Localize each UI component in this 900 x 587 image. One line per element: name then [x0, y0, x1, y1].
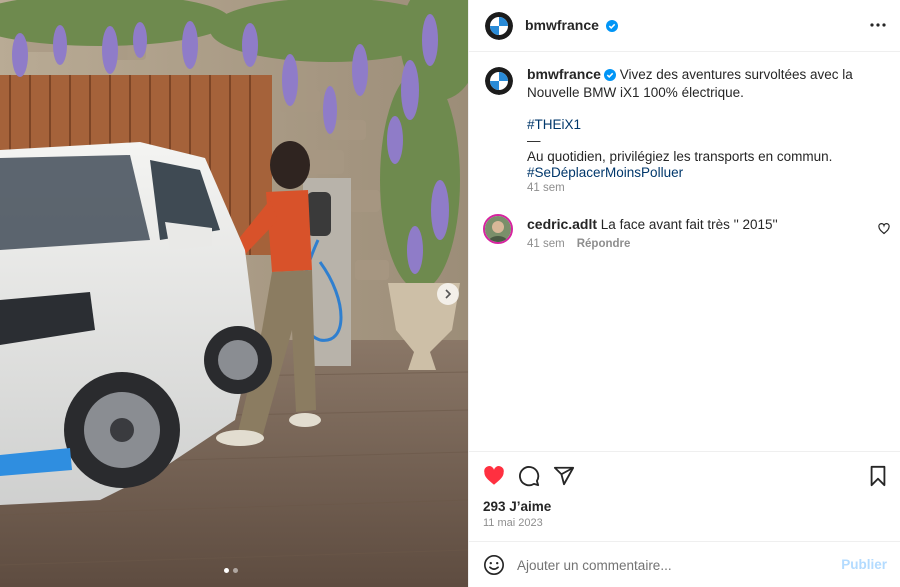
- bmw-ix1-photo: [0, 0, 468, 587]
- post-details-panel: bmwfrance bmwfrance Vivez des aventures …: [468, 0, 900, 587]
- commenter-photo: [485, 216, 511, 242]
- caption-text-line2: Nouvelle BMW iX1 100% électrique.: [527, 85, 744, 100]
- emoji-button[interactable]: [483, 554, 505, 579]
- comment-composer: Publier: [469, 541, 900, 587]
- post-image[interactable]: [0, 0, 468, 587]
- more-options-button[interactable]: [869, 16, 887, 37]
- share-icon: [553, 466, 575, 490]
- caption-separator: —: [527, 133, 541, 148]
- comment-icon: [518, 466, 540, 490]
- caption-author-username[interactable]: bmwfrance: [527, 66, 601, 82]
- likes-count[interactable]: 293 J’aime: [483, 499, 551, 514]
- hashtag-sedeplacermoinspolluer[interactable]: #SeDéplacerMoinsPolluer: [527, 165, 683, 180]
- caption-text-line3: Au quotidien, privilégiez les transports…: [527, 149, 833, 164]
- carousel-dot: [233, 568, 238, 573]
- commenter-avatar[interactable]: [483, 214, 513, 244]
- author-avatar[interactable]: [485, 12, 513, 40]
- comment-like-button[interactable]: [878, 222, 890, 238]
- comment-text: La face avant fait très '' 2015'': [600, 217, 778, 232]
- caption-author-avatar[interactable]: [485, 67, 513, 95]
- post-date[interactable]: 11 mai 2023: [483, 517, 543, 529]
- more-options-icon: [869, 21, 887, 37]
- emoji-icon: [483, 555, 505, 579]
- author-username[interactable]: bmwfrance: [525, 17, 599, 33]
- caption-timestamp[interactable]: 41 sem: [527, 182, 565, 194]
- caption-text-line1: Vivez des aventures survoltées avec la: [619, 67, 853, 82]
- heart-outline-icon: [878, 222, 890, 238]
- verified-badge-icon: [605, 19, 618, 35]
- comment-timestamp[interactable]: 41 sem: [527, 238, 565, 250]
- bmw-logo: [485, 12, 513, 40]
- next-image-button[interactable]: [437, 283, 459, 305]
- bmw-logo: [485, 67, 513, 95]
- save-button[interactable]: [868, 465, 888, 490]
- like-button[interactable]: [483, 465, 505, 490]
- bookmark-icon: [868, 465, 888, 490]
- verified-badge-icon: [603, 69, 616, 85]
- comment-item: cedric.adlt La face avant fait très '' 2…: [527, 216, 778, 232]
- hashtag-theix1[interactable]: #THEiX1: [527, 117, 581, 132]
- post-caption: bmwfrance Vivez des aventures survoltées…: [527, 66, 857, 181]
- chevron-right-icon: [443, 286, 453, 302]
- comment-button[interactable]: [518, 465, 540, 490]
- comment-input[interactable]: [517, 553, 817, 577]
- post-header: bmwfrance: [469, 0, 900, 52]
- comment-meta: 41 sem Répondre: [527, 238, 630, 250]
- publish-button[interactable]: Publier: [841, 557, 887, 572]
- action-bar: [469, 451, 900, 497]
- reply-button[interactable]: Répondre: [577, 238, 631, 250]
- comment-username[interactable]: cedric.adlt: [527, 216, 597, 232]
- carousel-dot-active: [224, 568, 229, 573]
- heart-filled-icon: [483, 466, 505, 490]
- carousel-indicator: [224, 568, 238, 573]
- share-button[interactable]: [553, 465, 575, 490]
